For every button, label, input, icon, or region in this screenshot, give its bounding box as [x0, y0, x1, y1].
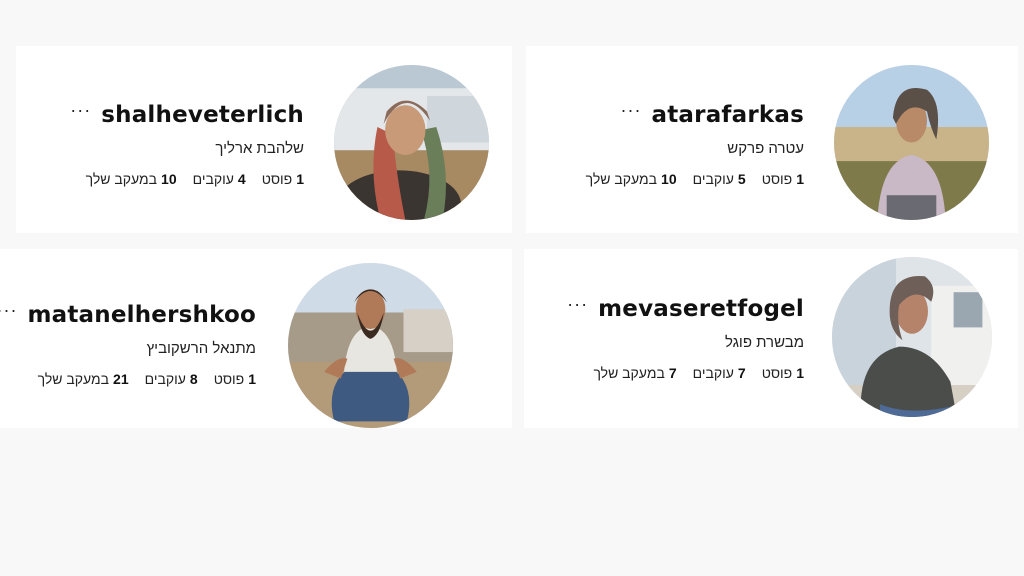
posts-count: 1: [296, 171, 304, 187]
following-stat[interactable]: 7במעקב שלך: [593, 365, 676, 381]
profile-info: atarafarkas ··· עטרה פרקש 1פוסט 5עוקבים …: [586, 101, 804, 187]
following-count: 21: [113, 371, 129, 387]
profile-stats: 1פוסט 7עוקבים 7במעקב שלך: [567, 365, 804, 381]
posts-label: פוסט: [213, 371, 245, 387]
full-name: מבשרת פוגל: [724, 334, 804, 351]
username[interactable]: matanelhershkoo: [27, 302, 256, 328]
profile-card-mevaseretfogel[interactable]: mevaseretfogel ··· מבשרת פוגל 1פוסט 7עוק…: [524, 249, 1018, 428]
followers-count: 5: [737, 171, 746, 187]
followers-count: 7: [737, 365, 746, 381]
following-label: במעקב שלך: [593, 365, 665, 381]
following-stat[interactable]: 10במעקב שלך: [586, 171, 677, 187]
following-count: 10: [161, 171, 177, 187]
followers-stat[interactable]: 8עוקבים: [145, 371, 198, 387]
username[interactable]: mevaseretfogel: [598, 296, 804, 322]
profile-stats: 1פוסט 5עוקבים 10במעקב שלך: [586, 171, 804, 187]
posts-stat[interactable]: 1פוסט: [762, 171, 804, 187]
followers-label: עוקבים: [192, 171, 234, 187]
posts-stat[interactable]: 1פוסט: [214, 371, 256, 387]
following-label: במעקב שלך: [585, 171, 658, 187]
profile-card-shalheveterlich[interactable]: shalheveterlich ··· שלהבת ארליך 1פוסט 4ע…: [16, 46, 512, 233]
profile-card-atarafarkas[interactable]: atarafarkas ··· עטרה פרקש 1פוסט 5עוקבים …: [526, 46, 1018, 233]
following-stat[interactable]: 10במעקב שלך: [86, 171, 177, 187]
followers-stat[interactable]: 5עוקבים: [693, 171, 746, 187]
username-row: mevaseretfogel ···: [567, 295, 804, 322]
username-row: shalheveterlich ···: [70, 101, 304, 128]
username[interactable]: shalheveterlich: [101, 102, 304, 128]
following-count: 10: [661, 171, 677, 187]
username[interactable]: atarafarkas: [652, 102, 804, 128]
username-row: atarafarkas ···: [586, 101, 804, 128]
profile-stats: 1פוסט 4עוקבים 10במעקב שלך: [70, 171, 304, 187]
full-name: שלהבת ארליך: [215, 140, 304, 157]
followers-count: 8: [189, 371, 198, 387]
profile-info: mevaseretfogel ··· מבשרת פוגל 1פוסט 7עוק…: [567, 295, 804, 381]
avatar[interactable]: [834, 65, 989, 220]
followers-stat[interactable]: 4עוקבים: [193, 171, 246, 187]
more-options-icon[interactable]: ···: [70, 101, 91, 119]
username-row: matanelhershkoo ···: [0, 301, 256, 328]
more-options-icon[interactable]: ···: [621, 101, 642, 119]
profile-info: shalheveterlich ··· שלהבת ארליך 1פוסט 4ע…: [70, 101, 304, 187]
avatar[interactable]: [288, 263, 453, 428]
full-name: עטרה פרקש: [727, 140, 804, 157]
profile-stats: 1פוסט 8עוקבים 21במעקב שלך: [0, 371, 256, 387]
followers-stat[interactable]: 7עוקבים: [693, 365, 746, 381]
posts-count: 1: [796, 171, 804, 187]
full-name: מתנאל הרשקוביץ: [146, 340, 256, 357]
profile-info: matanelhershkoo ··· מתנאל הרשקוביץ 1פוסט…: [0, 301, 256, 387]
posts-label: פוסט: [761, 365, 793, 381]
profile-card-matanelhershkoo[interactable]: matanelhershkoo ··· מתנאל הרשקוביץ 1פוסט…: [0, 249, 512, 428]
more-options-icon[interactable]: ···: [0, 301, 17, 319]
following-label: במעקב שלך: [85, 171, 158, 187]
following-stat[interactable]: 21במעקב שלך: [38, 371, 129, 387]
posts-stat[interactable]: 1פוסט: [262, 171, 304, 187]
posts-label: פוסט: [261, 171, 293, 187]
avatar[interactable]: [334, 65, 489, 220]
posts-stat[interactable]: 1פוסט: [762, 365, 804, 381]
more-options-icon[interactable]: ···: [567, 295, 588, 313]
posts-label: פוסט: [761, 171, 793, 187]
posts-count: 1: [248, 371, 256, 387]
followers-count: 4: [237, 171, 246, 187]
followers-label: עוקבים: [692, 171, 734, 187]
avatar[interactable]: [832, 257, 992, 417]
following-count: 7: [668, 365, 677, 381]
posts-count: 1: [796, 365, 804, 381]
followers-label: עוקבים: [692, 365, 734, 381]
followers-label: עוקבים: [144, 371, 186, 387]
following-label: במעקב שלך: [37, 371, 110, 387]
